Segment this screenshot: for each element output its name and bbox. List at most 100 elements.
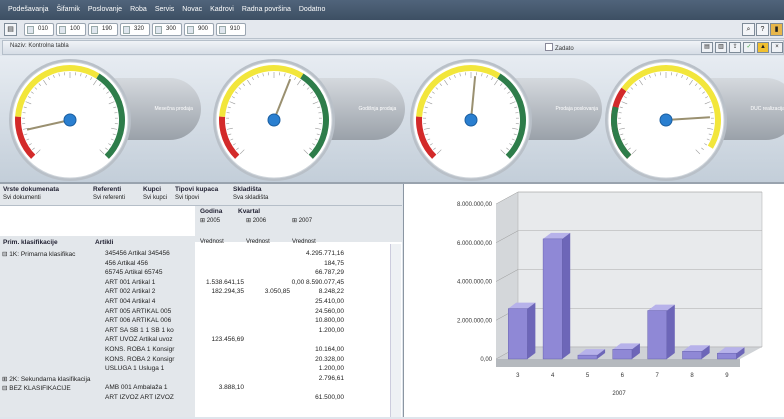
cell-2005: 1.538.641,15 <box>198 279 244 286</box>
row-field-primary[interactable]: Prim. klasifikacije <box>3 239 58 246</box>
year-header[interactable]: ⊞ 2005 <box>200 217 220 224</box>
toolbar-button[interactable]: 300 <box>152 23 182 36</box>
button-icon <box>155 26 162 34</box>
menu-item[interactable]: Podešavanja <box>8 0 48 20</box>
confirm-icon[interactable]: ✓ <box>743 42 755 53</box>
row-item: KONS. ROBA 2 Konsigr <box>105 356 174 363</box>
filter-field[interactable]: Referenti <box>93 186 121 193</box>
menu-item[interactable]: Novac <box>182 0 202 20</box>
toolbar-button[interactable]: 910 <box>216 23 246 36</box>
row-item: ART 006 ARTIKAL 006 <box>105 317 171 324</box>
gauge <box>210 54 340 184</box>
cell-2007: 2.796,61 <box>290 375 344 382</box>
filter-value[interactable]: Svi referenti <box>93 195 125 201</box>
exit-icon[interactable]: ▮ <box>770 23 783 36</box>
help-icon[interactable]: ? <box>756 23 769 36</box>
filter-field[interactable]: Skladišta <box>233 186 262 193</box>
close-icon[interactable]: × <box>771 42 783 53</box>
button-icon <box>187 26 194 34</box>
toolbar-button-label: 910 <box>230 26 240 32</box>
gauge-label: Mesečna prodaja <box>155 106 193 112</box>
menu-item[interactable]: Kadrovi <box>210 0 234 20</box>
filter-value[interactable]: Svi kupci <box>143 195 167 201</box>
row-field-artikli[interactable]: Artikli <box>95 239 113 246</box>
row-group[interactable]: ⊟ 1K: Primarna klasifikac <box>2 250 75 258</box>
bar <box>682 351 701 359</box>
button-icon <box>123 26 130 34</box>
row-item: ART 005 ARTIKAL 005 <box>105 308 171 315</box>
cell-2007: 61.500,00 <box>290 394 344 401</box>
bar-side <box>562 233 570 359</box>
bar <box>648 311 667 359</box>
filter-value[interactable]: Svi dokumenti <box>3 195 41 201</box>
cell-2007: 8.248,22 <box>290 288 344 295</box>
gauge-hub <box>660 114 672 126</box>
toolbar-button-label: 900 <box>198 26 208 32</box>
cell-2007: 66.787,29 <box>290 269 344 276</box>
menu-item[interactable]: Roba <box>130 0 147 20</box>
menu-item[interactable]: Poslovanje <box>88 0 122 20</box>
x-tick-label: 3 <box>516 373 520 379</box>
button-icon <box>59 26 66 34</box>
document-icon[interactable]: ▤ <box>4 23 17 36</box>
bar-chart: 0,002.000.000,004.000.000,006.000.000,00… <box>404 184 784 417</box>
cell-2007: 20.328,00 <box>290 356 344 363</box>
row-item: 456 Artikal 456 <box>105 260 148 267</box>
measure-header: Vrednost <box>246 239 270 245</box>
y-tick-label: 8.000.000,00 <box>457 202 493 208</box>
row-item: 345456 Artikal 345456 <box>105 250 170 257</box>
x-tick-label: 7 <box>656 373 660 379</box>
toolbar-button-label: 100 <box>70 26 80 32</box>
columns-icon[interactable]: ▥ <box>715 42 727 53</box>
bar <box>613 349 632 359</box>
cell-2007: 0,00 8.590.077,45 <box>290 279 344 286</box>
pivot-scrollbar[interactable] <box>390 244 401 417</box>
pivot-table: Vrste dokumenata Svi dokumenti Referenti Sv… <box>0 184 402 417</box>
filter-field[interactable]: Kupci <box>143 186 161 193</box>
toolbar-button[interactable]: 900 <box>184 23 214 36</box>
cell-2005: 123.456,69 <box>198 336 244 343</box>
menu-bar: Podešavanja Šifarnik Poslovanje Roba Servis N… <box>0 0 784 20</box>
toolbar-button[interactable]: 100 <box>56 23 86 36</box>
chart-panel: 0,002.000.000,004.000.000,006.000.000,00… <box>403 184 784 417</box>
menu-item[interactable]: Servis <box>155 0 174 20</box>
toolbar-button[interactable]: 010 <box>24 23 54 36</box>
toolbar-button-label: 190 <box>102 26 112 32</box>
zadato-checkbox[interactable]: Zadato <box>545 43 574 52</box>
export-icon[interactable]: ⇪ <box>729 42 741 53</box>
measure-header: Vrednost <box>200 239 224 245</box>
col-field-godina[interactable]: Godina <box>200 208 222 215</box>
layout-icon[interactable]: ▤ <box>701 42 713 53</box>
filter-value[interactable]: Svi tipovi <box>175 195 199 201</box>
gauge-hub <box>465 114 477 126</box>
menu-item[interactable]: Šifarnik <box>56 0 79 20</box>
menu-item[interactable]: Radna površina <box>242 0 291 20</box>
filter-field[interactable]: Vrste dokumenata <box>3 186 59 193</box>
measure-header: Vrednost <box>292 239 316 245</box>
year-header[interactable]: ⊞ 2007 <box>292 217 312 224</box>
row-item: ART SA SB 1 1 SB 1 ko <box>105 327 174 334</box>
toolbar-button[interactable]: 320 <box>120 23 150 36</box>
gauge <box>6 54 136 184</box>
bar <box>543 239 562 359</box>
row-group[interactable]: ⊟ BEZ KLASIFIKACIJE <box>2 384 71 392</box>
gauge <box>407 54 537 184</box>
row-item: 65745 Artikal 65745 <box>105 269 162 276</box>
button-icon <box>91 26 98 34</box>
year-header[interactable]: ⊞ 2006 <box>246 217 266 224</box>
toolbar-button-label: 300 <box>166 26 176 32</box>
filter-value[interactable]: Sva skladišta <box>233 195 268 201</box>
zadato-label: Zadato <box>555 46 574 52</box>
menu-item[interactable]: Dodatno <box>299 0 325 20</box>
row-item: ART 001 Artikal 1 <box>105 279 155 286</box>
row-item: ART UVOZ Artikal uvoz <box>105 336 173 343</box>
row-group[interactable]: ⊞ 2K: Sekundarna klasifikacija <box>2 375 91 383</box>
col-field-kvartal[interactable]: Kvartal <box>238 208 260 215</box>
lock-icon[interactable]: ▲ <box>757 42 769 53</box>
bar-side <box>667 305 675 359</box>
toolbar-button[interactable]: 190 <box>88 23 118 36</box>
filter-field[interactable]: Tipovi kupaca <box>175 186 218 193</box>
gauge-label: DUC realizacija <box>751 106 784 112</box>
search-icon[interactable]: ⌕ <box>742 23 755 36</box>
cell-2007: 24.560,00 <box>290 308 344 315</box>
